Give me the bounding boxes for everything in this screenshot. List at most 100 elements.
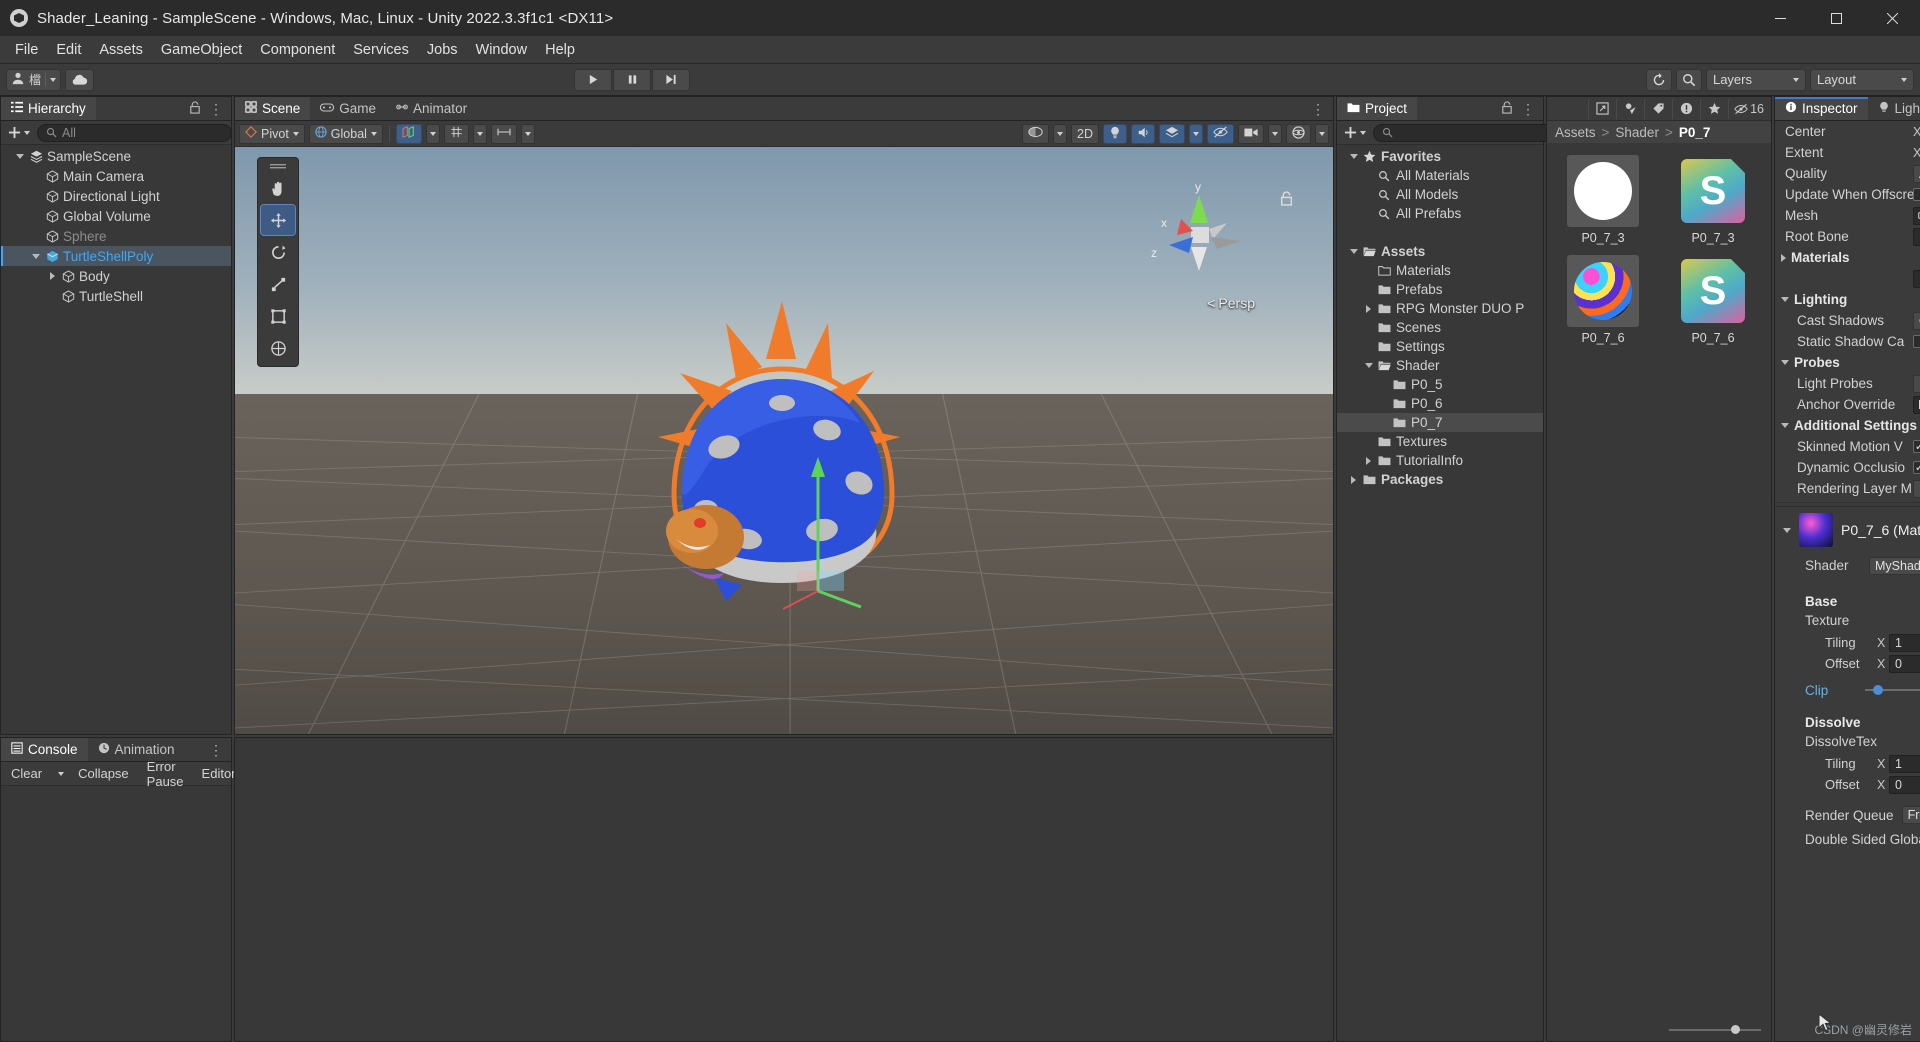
hierarchy-item-samplescene[interactable]: SampleScene <box>1 146 231 166</box>
2d-toggle[interactable]: 2D <box>1071 123 1099 144</box>
fx-toggle[interactable] <box>1159 123 1185 144</box>
hierarchy-item-turtleshell[interactable]: TurtleShell <box>1 286 231 306</box>
base-offset-x[interactable]: X0 <box>1877 654 1920 673</box>
menu-edit[interactable]: Edit <box>47 39 90 61</box>
account-button[interactable]: 檔 <box>6 68 62 91</box>
project-item-shader[interactable]: Shader <box>1337 356 1543 375</box>
menu-component[interactable]: Component <box>251 39 344 61</box>
menu-file[interactable]: File <box>6 39 47 61</box>
close-button[interactable] <box>1864 0 1920 36</box>
tab-animation[interactable]: Animation <box>87 738 185 761</box>
project-item-rpg-monster-duo-p[interactable]: RPG Monster DUO P <box>1337 299 1543 318</box>
breadcrumb-shader[interactable]: Shader <box>1615 125 1659 140</box>
tab-console[interactable]: Console <box>1 738 88 761</box>
breadcrumb-current[interactable]: P0_7 <box>1679 125 1711 140</box>
expand-arrow[interactable] <box>1362 456 1375 465</box>
scene-orientation-gizmo[interactable]: y x z <box>1133 175 1263 285</box>
search-button[interactable] <box>1675 68 1702 91</box>
asset-type-filter-icon[interactable] <box>1616 98 1644 119</box>
grid-snap-dropdown[interactable] <box>472 123 487 144</box>
scene-viewport[interactable]: y x z < Persp <box>235 147 1333 734</box>
dissolve-offset-x[interactable]: X0 <box>1877 775 1920 794</box>
rect-tool-button[interactable] <box>261 301 295 331</box>
lighting-foldout[interactable]: Lighting <box>1775 289 1920 310</box>
lock-icon[interactable] <box>1501 100 1513 117</box>
gizmos-dropdown[interactable] <box>1315 123 1329 144</box>
base-offset-x-field[interactable]: 0 <box>1889 654 1920 673</box>
fx-dropdown[interactable] <box>1189 123 1203 144</box>
hierarchy-tree[interactable]: SampleScene Main Camera Directional Light G… <box>1 145 231 734</box>
hand-tool-button[interactable] <box>261 173 295 203</box>
hierarchy-menu-icon[interactable]: ⋮ <box>209 102 223 116</box>
dissolve-tiling-x[interactable]: X1 <box>1877 754 1920 773</box>
expand-arrow[interactable] <box>45 272 59 280</box>
project-tree[interactable]: Favorites All Materials All Models All Pref… <box>1337 145 1543 489</box>
quality-dropdown[interactable]: Auto <box>1913 164 1920 183</box>
tab-animator[interactable]: Animator <box>386 97 478 120</box>
scene-visibility-toggle[interactable] <box>1207 123 1234 144</box>
grid-snap-button[interactable] <box>443 123 469 144</box>
project-search-input[interactable] <box>1373 123 1568 142</box>
hierarchy-search-field[interactable] <box>62 125 223 140</box>
asset-cell[interactable]: S P0_7_3 <box>1667 155 1759 245</box>
camera-settings-dropdown[interactable] <box>1268 123 1282 144</box>
static-shadow-checkbox[interactable] <box>1913 335 1920 348</box>
project-item-assets[interactable]: Assets <box>1337 242 1543 261</box>
step-button[interactable] <box>652 68 690 91</box>
center-x[interactable]: X-0.446 <box>1913 123 1920 141</box>
breadcrumb-assets[interactable]: Assets <box>1555 125 1596 140</box>
tab-game[interactable]: Game <box>310 97 387 120</box>
materials-count-field[interactable]: 1 <box>1913 269 1920 288</box>
scale-tool-button[interactable] <box>261 269 295 299</box>
asset-cell[interactable]: P0_7_6 <box>1557 255 1649 345</box>
tab-inspector[interactable]: Inspector <box>1775 97 1868 120</box>
snap-increment-button[interactable] <box>490 123 517 144</box>
menu-gameobject[interactable]: GameObject <box>152 39 251 61</box>
cloud-button[interactable] <box>65 68 95 91</box>
asset-grid[interactable]: P0_7_3 S P0_7_3 P0_7_6 S P0_7_6 <box>1547 143 1771 1019</box>
audio-toggle[interactable] <box>1131 123 1155 144</box>
console-error-pause-button[interactable]: Error Pause <box>139 759 192 789</box>
shading-mode-button[interactable] <box>1022 123 1050 144</box>
hierarchy-item-turtleshellpoly[interactable]: TurtleShellPoly <box>1 246 231 266</box>
menu-jobs[interactable]: Jobs <box>418 39 467 61</box>
project-item-tutorialinfo[interactable]: TutorialInfo <box>1337 451 1543 470</box>
move-tool-button[interactable] <box>260 204 296 236</box>
project-item-all-models[interactable]: All Models <box>1337 185 1543 204</box>
asset-hidden-count[interactable]: 16 <box>1728 98 1769 119</box>
hierarchy-search-input[interactable] <box>37 123 232 142</box>
global-toggle[interactable]: Global <box>308 123 383 144</box>
probes-foldout[interactable]: Probes <box>1775 352 1920 373</box>
expand-arrow[interactable] <box>1362 363 1375 368</box>
layers-dropdown[interactable]: Layers <box>1705 68 1806 91</box>
light-probes-dropdown[interactable]: Blend Probes <box>1913 374 1920 393</box>
perspective-label[interactable]: < Persp <box>1207 295 1255 311</box>
project-item-p0-7[interactable]: P0_7 <box>1337 413 1543 432</box>
asset-warning-filter-icon[interactable] <box>1672 98 1700 119</box>
tab-hierarchy[interactable]: Hierarchy <box>1 97 96 120</box>
menu-help[interactable]: Help <box>536 39 584 61</box>
view-options-dropdown[interactable] <box>425 123 440 144</box>
inspector-content[interactable]: Center X-0.446 Y0.3599 Z0 Extent X0.7597… <box>1775 121 1920 1041</box>
project-item-all-prefabs[interactable]: All Prefabs <box>1337 204 1543 223</box>
snap-increment-dropdown[interactable] <box>520 123 535 144</box>
menu-services[interactable]: Services <box>344 39 418 61</box>
asset-label-filter-icon[interactable] <box>1644 98 1672 119</box>
base-tiling-x[interactable]: X1 <box>1877 633 1920 652</box>
tab-project[interactable]: Project <box>1337 97 1418 120</box>
project-item-prefabs[interactable]: Prefabs <box>1337 280 1543 299</box>
additional-settings-foldout[interactable]: Additional Settings <box>1775 415 1920 436</box>
expand-arrow[interactable] <box>1362 304 1375 313</box>
dynamic-occlusion-checkbox[interactable]: ✓ <box>1913 461 1920 474</box>
console-clear-dropdown[interactable] <box>54 764 68 783</box>
pause-button[interactable] <box>613 68 651 91</box>
project-item-packages[interactable]: Packages <box>1337 470 1543 489</box>
project-item-p0-6[interactable]: P0_6 <box>1337 394 1543 413</box>
shader-dropdown[interactable]: MyShader/ <box>1869 556 1920 575</box>
console-collapse-button[interactable]: Collapse <box>70 764 137 783</box>
project-search-field[interactable] <box>1398 125 1559 140</box>
layout-dropdown[interactable]: Layout <box>1809 68 1914 91</box>
zoom-knob[interactable] <box>1731 1025 1740 1034</box>
camera-settings-button[interactable] <box>1238 123 1264 144</box>
extent-x[interactable]: X0.7597 <box>1913 144 1920 162</box>
